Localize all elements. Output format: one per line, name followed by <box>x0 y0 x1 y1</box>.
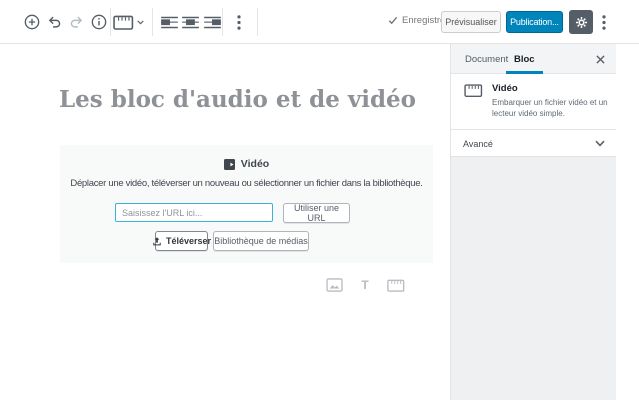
video-block-placeholder[interactable]: Vidéo Déplacer une vidéo, téléverser un … <box>60 145 433 263</box>
sidebar-tabs: Document Bloc <box>451 44 616 74</box>
tab-document[interactable]: Document <box>463 44 510 74</box>
info-icon <box>90 13 108 31</box>
advanced-panel-label: Avancé <box>463 139 493 149</box>
block-card-description: Embarquer un fichier vidéo et un lecteur… <box>492 98 608 118</box>
editor-toolbar: Enregistré Prévisualiser Publication... <box>0 0 639 44</box>
text-icon: T <box>361 278 369 292</box>
editor-more-menu-button[interactable] <box>596 11 612 33</box>
post-title-field[interactable]: Les bloc d'audio et de vidéo <box>59 86 439 113</box>
redo-button <box>66 11 88 33</box>
align-center-icon <box>181 16 199 29</box>
kebab-icon <box>602 14 606 30</box>
undo-icon <box>45 13 63 31</box>
align-center-button[interactable] <box>179 11 201 33</box>
placeholder-header: Vidéo <box>60 158 433 170</box>
align-left-button[interactable] <box>158 11 180 33</box>
upload-label: Téléverser <box>165 236 212 246</box>
use-url-button[interactable]: Utiliser une URL <box>283 203 350 223</box>
upload-icon <box>152 236 162 247</box>
add-video-block-button[interactable] <box>387 277 405 293</box>
chevron-down-icon <box>137 19 144 25</box>
video-block-icon <box>387 278 405 293</box>
align-right-icon <box>203 16 221 29</box>
redo-icon <box>68 13 86 31</box>
publish-button[interactable]: Publication... <box>506 11 563 33</box>
gear-icon <box>574 15 589 30</box>
video-block-icon <box>113 14 134 31</box>
block-card-title: Vidéo <box>492 83 518 94</box>
toolbar-separator <box>110 8 111 36</box>
media-library-button[interactable]: Bibliothèque de médias <box>213 231 309 251</box>
add-image-block-button[interactable] <box>325 277 343 293</box>
inserter-button[interactable] <box>21 11 43 33</box>
check-icon <box>388 16 398 25</box>
plus-circle-icon <box>23 13 41 31</box>
toolbar-separator <box>257 8 258 36</box>
settings-sidebar: Document Bloc Vidéo Embarquer un fichier… <box>450 44 616 400</box>
block-more-options-button[interactable] <box>228 11 250 33</box>
gutenberg-editor: Enregistré Prévisualiser Publication... … <box>0 0 639 411</box>
placeholder-title: Vidéo <box>240 158 270 170</box>
content-structure-button[interactable] <box>88 11 110 33</box>
kebab-icon <box>237 14 241 30</box>
settings-toggle-button[interactable] <box>569 10 593 34</box>
save-status[interactable]: Enregistré <box>388 15 445 26</box>
close-sidebar-button[interactable] <box>592 51 608 67</box>
block-appender: T <box>325 277 405 293</box>
align-right-button[interactable] <box>201 11 223 33</box>
align-left-icon <box>160 16 178 29</box>
advanced-panel-toggle[interactable]: Avancé <box>451 130 616 157</box>
video-url-input[interactable] <box>115 203 273 222</box>
tab-bloc[interactable]: Bloc <box>506 44 543 74</box>
saved-label: Enregistré <box>402 15 446 26</box>
preview-button[interactable]: Prévisualiser <box>441 11 501 33</box>
placeholder-instructions: Déplacer une vidéo, téléverser un nouvea… <box>70 178 423 189</box>
chevron-down-icon <box>595 140 605 147</box>
toolbar-separator <box>152 8 153 36</box>
toolbar-separator <box>222 8 223 36</box>
block-card: Vidéo Embarquer un fichier vidéo et un l… <box>451 74 616 130</box>
video-block-icon <box>464 83 483 98</box>
close-icon <box>595 54 605 64</box>
video-icon <box>223 158 235 170</box>
undo-button[interactable] <box>43 11 65 33</box>
add-text-block-button[interactable]: T <box>356 277 374 293</box>
upload-button[interactable]: Téléverser <box>152 231 212 251</box>
block-switcher-button[interactable] <box>113 11 144 33</box>
image-icon <box>325 278 343 292</box>
